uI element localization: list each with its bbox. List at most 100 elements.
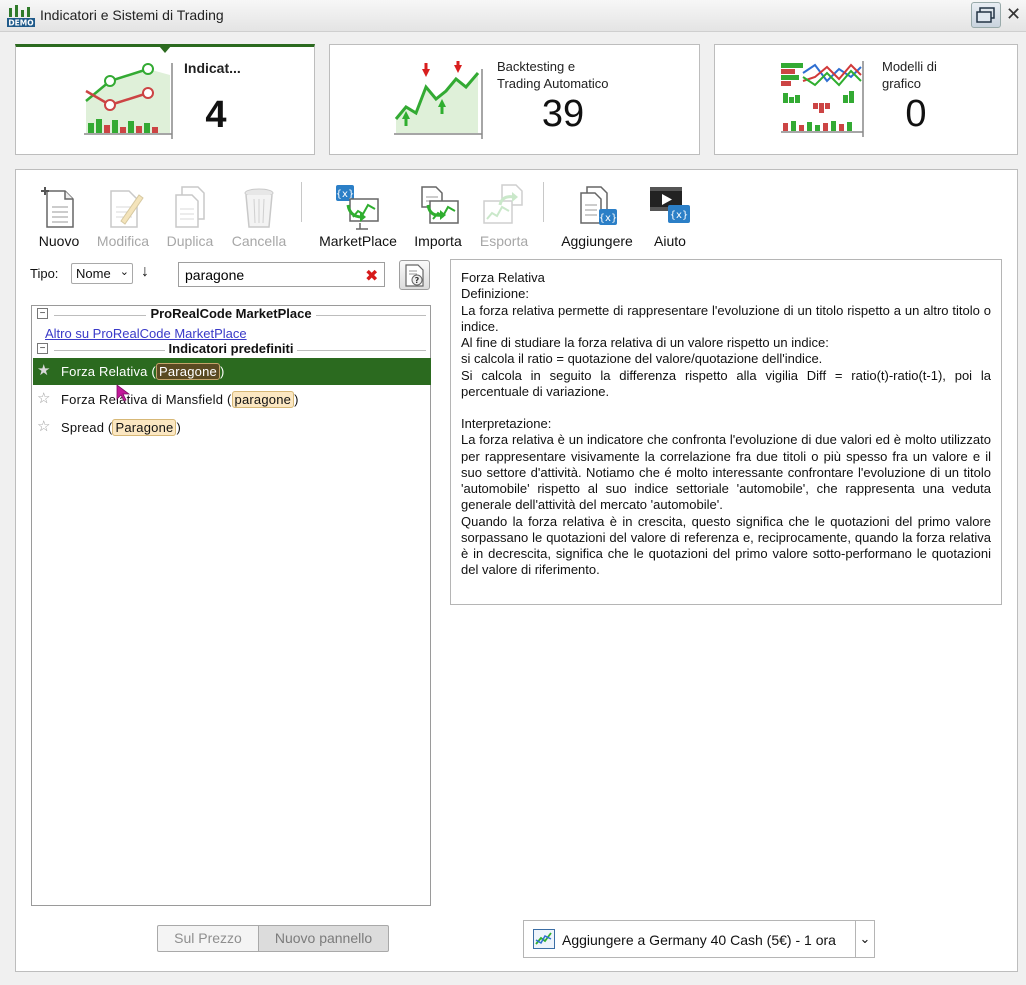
card-indicators-label: Indicat... bbox=[184, 60, 241, 76]
definition-heading: Definizione: bbox=[461, 286, 529, 302]
marketplace-button-label: MarketPlace bbox=[319, 233, 397, 249]
group-predefined-title: Indicatori predefiniti bbox=[164, 341, 298, 356]
import-button-label: Importa bbox=[414, 233, 462, 249]
import-button[interactable]: Importa bbox=[403, 183, 473, 249]
card-chart-templates-label-2: grafico bbox=[882, 76, 922, 91]
new-button-label: Nuovo bbox=[38, 233, 80, 249]
description-title: Forza Relativa bbox=[461, 270, 545, 285]
new-document-icon bbox=[41, 187, 74, 228]
mouse-cursor-icon bbox=[116, 384, 130, 402]
star-outline-icon[interactable]: ☆ bbox=[37, 389, 50, 407]
help-document-icon[interactable]: ? bbox=[399, 260, 430, 290]
edit-button-label: Modifica bbox=[96, 233, 150, 249]
on-price-button[interactable]: Sul Prezzo bbox=[157, 925, 259, 952]
duplicate-document-icon bbox=[175, 186, 205, 228]
add-button-label: Aggiungere bbox=[561, 233, 633, 249]
search-highlight: Paragone bbox=[155, 363, 220, 380]
help-button[interactable]: {x} Aiuto bbox=[635, 183, 705, 249]
close-icon[interactable]: ✕ bbox=[1006, 4, 1021, 25]
video-help-icon: {x} bbox=[650, 187, 690, 223]
toolbar-separator bbox=[543, 182, 544, 222]
card-backtesting[interactable]: Backtesting e Trading Automatico 39 bbox=[329, 44, 700, 155]
definition-paragraph: La forza relativa permette di rappresent… bbox=[461, 302, 991, 334]
card-indicators[interactable]: Indicat... 4 bbox=[15, 44, 315, 155]
star-icon[interactable]: ★ bbox=[37, 361, 50, 379]
group-marketplace-title: ProRealCode MarketPlace bbox=[146, 306, 316, 321]
add-to-chart-icon: {x} bbox=[580, 186, 618, 225]
marketplace-more-link[interactable]: Altro su ProRealCode MarketPlace bbox=[45, 326, 247, 341]
svg-text:?: ? bbox=[415, 276, 420, 285]
definition-paragraph: Al fine di studiare la forza relativa di… bbox=[461, 335, 829, 350]
interpretation-paragraph: La forza relativa è un indicatore che co… bbox=[461, 432, 991, 513]
backtesting-chart-icon bbox=[394, 61, 483, 139]
item-name: Forza Relativa ( bbox=[61, 364, 156, 379]
collapse-icon[interactable]: − bbox=[37, 343, 48, 354]
collapse-icon[interactable]: − bbox=[37, 308, 48, 319]
new-panel-button[interactable]: Nuovo pannello bbox=[258, 925, 389, 952]
item-name-end: ) bbox=[176, 420, 181, 435]
card-backtesting-label-2: Trading Automatico bbox=[497, 76, 609, 91]
restore-window-icon[interactable] bbox=[971, 2, 1001, 28]
duplicate-button-label: Duplica bbox=[166, 233, 214, 249]
sort-direction-icon[interactable]: ↓ bbox=[141, 263, 149, 281]
demo-logo-icon: DEMO bbox=[7, 5, 35, 27]
card-indicators-count: 4 bbox=[205, 94, 227, 136]
definition-paragraph: Si calcola in seguito la differenza risp… bbox=[461, 367, 991, 399]
add-to-chart-label: Aggiungere a Germany 40 Cash (5€) - 1 or… bbox=[562, 932, 836, 948]
export-button-label: Esporta bbox=[479, 233, 529, 249]
add-to-chart-button[interactable]: Aggiungere a Germany 40 Cash (5€) - 1 or… bbox=[523, 920, 856, 958]
export-button[interactable]: Esporta bbox=[469, 183, 539, 249]
description-panel: Forza Relativa Definizione: La forza rel… bbox=[450, 259, 1002, 605]
delete-button-label: Cancella bbox=[231, 233, 287, 249]
interpretation-heading: Interpretazione: bbox=[461, 416, 552, 431]
new-button[interactable]: Nuovo bbox=[24, 183, 94, 249]
title-bar: DEMO Indicatori e Sistemi di Trading ✕ bbox=[0, 0, 1026, 32]
item-name: Spread ( bbox=[61, 420, 113, 435]
type-select[interactable]: Nome ⌄ bbox=[71, 263, 133, 284]
interpretation-paragraph: Quando la forza relativa è in crescita, … bbox=[461, 513, 991, 578]
clear-search-icon[interactable]: ✖ bbox=[365, 266, 378, 286]
group-predefined-header[interactable]: Indicatori predefiniti − bbox=[32, 341, 430, 359]
card-chart-templates-count: 0 bbox=[905, 93, 927, 135]
delete-button[interactable]: Cancella bbox=[224, 183, 294, 249]
chevron-down-icon[interactable]: ⌄ bbox=[855, 920, 875, 958]
list-item-forza-relativa-mansfield[interactable]: ☆ Forza Relativa di Mansfield (paragone) bbox=[33, 386, 431, 413]
help-button-label: Aiuto bbox=[654, 233, 686, 249]
group-marketplace-header[interactable]: ProRealCode MarketPlace − bbox=[32, 306, 430, 324]
item-name: Forza Relativa di Mansfield ( bbox=[61, 392, 232, 407]
type-label: Tipo: bbox=[30, 266, 59, 281]
chart-icon bbox=[533, 929, 555, 949]
svg-text:{x}: {x} bbox=[599, 213, 618, 224]
card-chart-templates-label-1: Modelli di bbox=[882, 59, 937, 74]
card-chart-templates[interactable]: Modelli di grafico 0 bbox=[714, 44, 1018, 155]
list-item-forza-relativa[interactable]: ★ Forza Relativa (Paragone) bbox=[33, 358, 431, 385]
edit-document-icon bbox=[110, 190, 144, 228]
export-icon bbox=[483, 184, 523, 224]
active-tab-notch bbox=[159, 46, 171, 53]
chevron-down-icon: ⌄ bbox=[119, 266, 129, 278]
type-select-value: Nome bbox=[76, 266, 111, 281]
window-title: Indicatori e Sistemi di Trading bbox=[40, 7, 224, 23]
item-name-end: ) bbox=[294, 392, 299, 407]
star-outline-icon[interactable]: ☆ bbox=[37, 417, 50, 435]
card-backtesting-count: 39 bbox=[541, 93, 585, 135]
chart-templates-icon bbox=[781, 61, 864, 137]
indicators-list[interactable]: ProRealCode MarketPlace − Altro su ProRe… bbox=[31, 305, 431, 906]
svg-text:{x}: {x} bbox=[670, 210, 689, 221]
definition-paragraph: si calcola il ratio = quotazione del val… bbox=[461, 351, 823, 367]
list-item-spread[interactable]: ☆ Spread (Paragone) bbox=[33, 414, 431, 441]
card-backtesting-label-1: Backtesting e bbox=[497, 59, 576, 74]
search-highlight: Paragone bbox=[112, 419, 177, 436]
add-button[interactable]: {x} Aggiungere bbox=[559, 183, 635, 249]
search-highlight: paragone bbox=[231, 391, 295, 408]
svg-text:DEMO: DEMO bbox=[8, 19, 33, 28]
edit-button[interactable]: Modifica bbox=[88, 183, 158, 249]
search-input[interactable] bbox=[178, 262, 385, 287]
toolbar-separator bbox=[301, 182, 302, 222]
marketplace-button[interactable]: {x} MarketPlace bbox=[316, 183, 400, 249]
import-icon bbox=[421, 186, 459, 224]
trash-icon bbox=[244, 188, 274, 228]
item-name-end: ) bbox=[219, 364, 225, 379]
duplicate-button[interactable]: Duplica bbox=[155, 183, 225, 249]
